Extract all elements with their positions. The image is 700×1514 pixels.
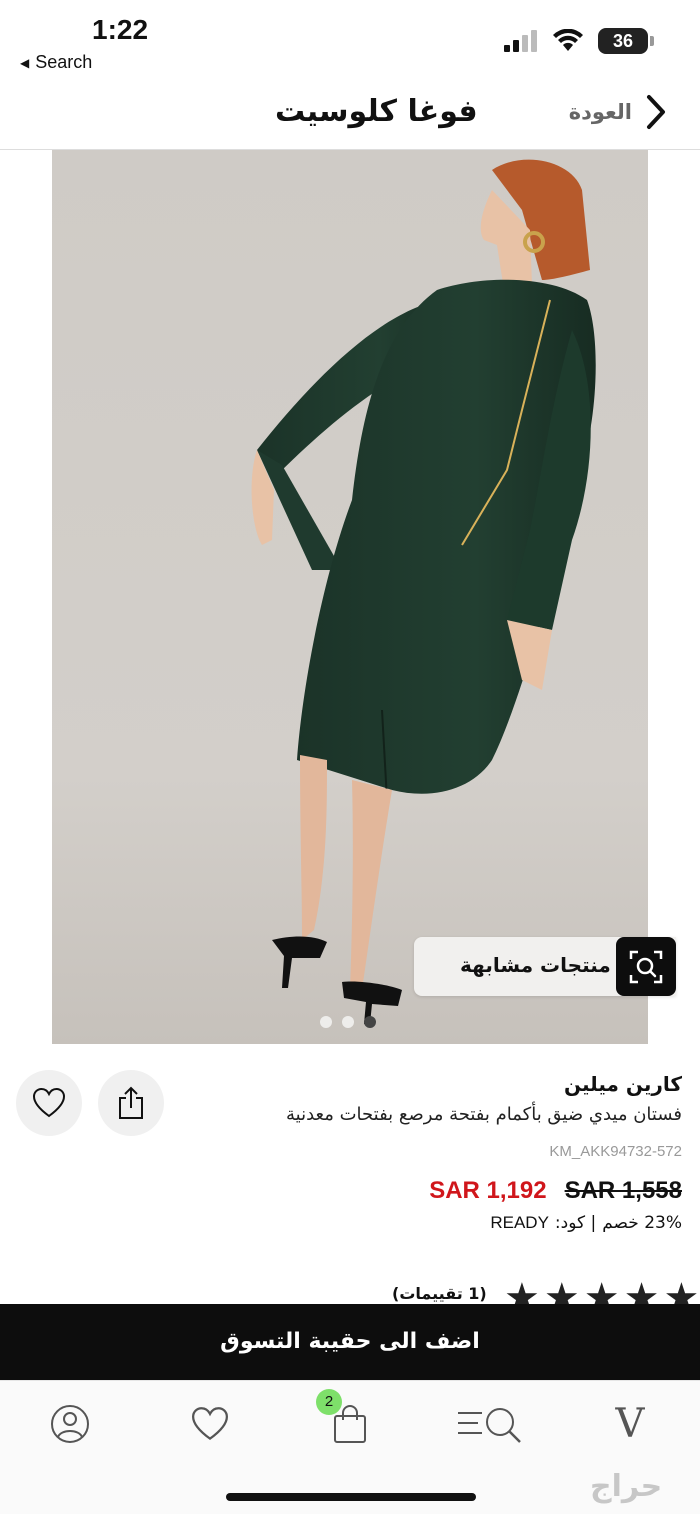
price-row: SAR 1,192 SAR 1,558	[429, 1177, 682, 1205]
share-icon	[119, 1086, 143, 1119]
signal-icon	[504, 30, 537, 52]
battery-icon: 36	[598, 28, 654, 54]
ratings-count[interactable]: (1 تقييمات)	[392, 1284, 487, 1303]
wifi-icon	[553, 29, 583, 51]
carousel-dot[interactable]	[342, 1016, 354, 1028]
original-price: SAR 1,558	[564, 1177, 682, 1204]
search-menu-icon	[458, 1408, 521, 1443]
discount-row: 23% خصم | كود: READY	[490, 1213, 682, 1233]
add-to-bag-button[interactable]: اضف الى حقيبة التسوق	[0, 1304, 700, 1380]
tab-bar: 2 V حراج	[0, 1380, 700, 1514]
chevron-right-icon	[647, 95, 665, 129]
tab-home[interactable]: V	[600, 1399, 660, 1449]
bag-count-badge: 2	[316, 1389, 342, 1415]
user-icon	[51, 1405, 89, 1443]
discount-code: READY	[490, 1213, 549, 1232]
similar-products-label: منتجات مشابهة	[460, 953, 611, 977]
share-button[interactable]	[98, 1070, 164, 1136]
haraj-watermark: حراج	[590, 1469, 663, 1504]
status-back-label: Search	[35, 52, 93, 72]
status-time: 1:22	[92, 14, 149, 45]
home-indicator[interactable]	[226, 1493, 476, 1501]
code-label: | كود:	[554, 1213, 597, 1233]
carousel-dot-active[interactable]	[364, 1016, 376, 1028]
status-back-to-search[interactable]: ◀ Search	[20, 52, 92, 73]
status-indicators: 36	[504, 28, 654, 54]
heart-icon	[32, 1087, 66, 1118]
product-image[interactable]	[52, 150, 648, 1044]
tab-search-menu[interactable]	[456, 1399, 526, 1449]
similar-products-button[interactable]: منتجات مشابهة	[414, 937, 676, 996]
visual-search-icon	[616, 937, 676, 996]
tab-wishlist[interactable]	[180, 1399, 240, 1449]
carousel-dot[interactable]	[320, 1016, 332, 1028]
favorite-button[interactable]	[16, 1070, 82, 1136]
product-photo	[52, 150, 648, 1044]
vogacloset-logo-icon: V	[615, 1401, 645, 1447]
status-bar: 1:22 ◀ Search 36	[0, 0, 700, 80]
sale-price: SAR 1,192	[429, 1177, 547, 1204]
back-button[interactable]: العودة	[569, 94, 666, 130]
back-triangle-icon: ◀	[20, 55, 30, 70]
product-brand[interactable]: كارين ميلين	[564, 1072, 682, 1096]
store-title: فوغا كلوسيت	[275, 94, 478, 129]
heart-icon	[191, 1407, 229, 1441]
page-header: فوغا كلوسيت العودة	[0, 80, 700, 150]
product-sku: KM_AKK94732-572	[549, 1143, 682, 1160]
discount-percent: 23% خصم	[602, 1213, 682, 1233]
tab-account[interactable]	[40, 1399, 100, 1449]
image-carousel-dots[interactable]	[320, 1016, 376, 1028]
product-description: فستان ميدي ضيق بأكمام بفتحة مرصع بفتحات …	[286, 1104, 682, 1125]
back-label: العودة	[568, 100, 632, 124]
